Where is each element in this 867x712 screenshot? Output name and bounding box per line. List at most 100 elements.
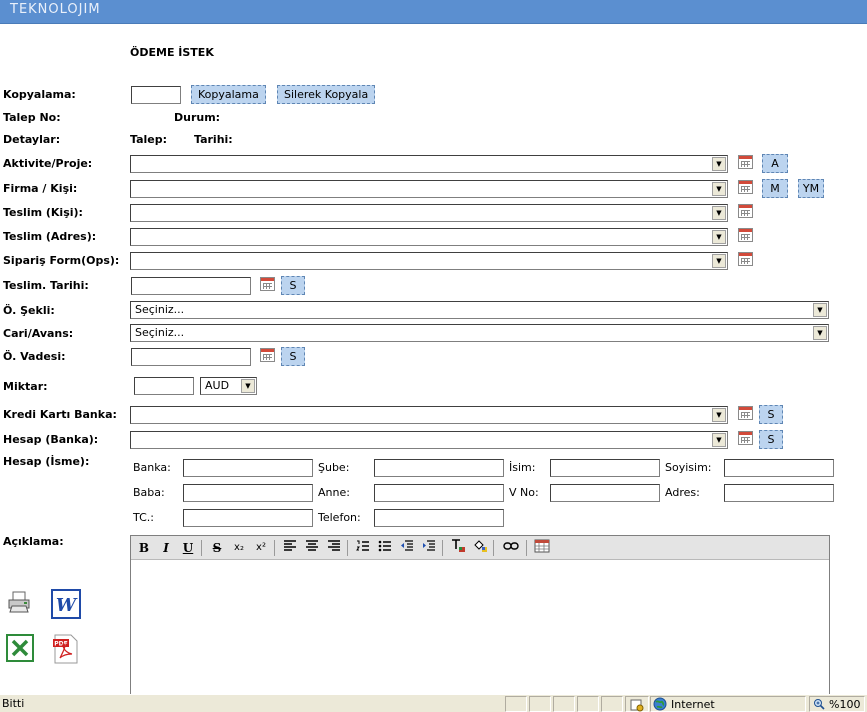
baba-input[interactable] (183, 484, 313, 502)
anne-input[interactable] (374, 484, 504, 502)
zoom-icon (814, 699, 825, 710)
aciklama-label: Açıklama: (3, 535, 64, 548)
cari-value: Seçiniz... (135, 326, 185, 339)
dropdown-arrow-icon: ▼ (712, 157, 726, 171)
ordered-list-icon[interactable] (354, 539, 372, 557)
hesap-banka-select[interactable]: ▼ (130, 431, 728, 449)
silerek-kopyala-button[interactable]: Silerek Kopyala (277, 85, 376, 104)
teslim-kisi-select[interactable]: ▼ (130, 204, 728, 222)
calendar-icon[interactable] (738, 431, 753, 445)
o-vadesi-input[interactable] (131, 348, 251, 366)
calendar-icon[interactable] (260, 348, 275, 362)
isim-input[interactable] (550, 459, 660, 477)
calendar-icon[interactable] (738, 180, 753, 194)
aktivite-label: Aktivite/Proje: (3, 157, 93, 170)
status-panel (601, 696, 623, 712)
text-color-icon[interactable] (449, 539, 467, 557)
telefon-label: Telefon: (318, 511, 361, 524)
editor-toolbar: B I U S x₂ x² (131, 536, 829, 560)
outdent-icon[interactable] (398, 539, 416, 557)
underline-button[interactable]: U (179, 539, 197, 557)
calendar-icon[interactable] (738, 155, 753, 169)
align-left-icon[interactable] (281, 539, 299, 557)
editor-content-area[interactable] (131, 561, 829, 694)
telefon-input[interactable] (374, 509, 504, 527)
o-sekli-select[interactable]: Seçiniz... ▼ (130, 301, 829, 319)
firma-select[interactable]: ▼ (130, 180, 728, 198)
status-panel (625, 696, 649, 712)
teslim-adres-label: Teslim (Adres): (3, 230, 97, 243)
excel-export-icon[interactable] (6, 634, 34, 662)
status-panel (577, 696, 599, 712)
align-right-icon[interactable] (325, 539, 343, 557)
subscript-button[interactable]: x₂ (230, 539, 248, 557)
currency-select[interactable]: AUD ▼ (200, 377, 257, 395)
s-button[interactable]: S (281, 347, 305, 366)
word-export-icon[interactable]: W (51, 589, 81, 619)
toolbar-separator (442, 540, 443, 556)
svg-text:W: W (56, 595, 78, 616)
tc-input[interactable] (183, 509, 313, 527)
dropdown-arrow-icon: ▼ (712, 433, 726, 447)
firma-label: Firma / Kişi: (3, 182, 78, 195)
printer-icon[interactable] (6, 590, 32, 614)
calendar-icon[interactable] (738, 204, 753, 218)
banka-input[interactable] (183, 459, 313, 477)
cari-label: Cari/Avans: (3, 327, 74, 340)
calendar-icon[interactable] (738, 406, 753, 420)
s-button[interactable]: S (759, 430, 783, 449)
kredi-label: Kredi Kartı Banka: (3, 408, 117, 421)
status-panel (505, 696, 527, 712)
link-icon[interactable] (502, 539, 520, 557)
siparis-select[interactable]: ▼ (130, 252, 728, 270)
o-vadesi-label: Ö. Vadesi: (3, 350, 66, 363)
align-center-icon[interactable] (303, 539, 321, 557)
sube-input[interactable] (374, 459, 504, 477)
soyisim-input[interactable] (724, 459, 834, 477)
ym-button[interactable]: YM (798, 179, 824, 198)
soyisim-label: Soyisim: (665, 461, 712, 474)
dropdown-arrow-icon: ▼ (712, 230, 726, 244)
detaylar-label: Detaylar: (3, 133, 61, 146)
strikethrough-button[interactable]: S (208, 539, 226, 557)
adres-input[interactable] (724, 484, 834, 502)
kopyalama-label: Kopyalama: (3, 88, 76, 101)
sube-label: Şube: (318, 461, 350, 474)
calendar-icon[interactable] (738, 228, 753, 242)
s-button[interactable]: S (281, 276, 305, 295)
kredi-select[interactable]: ▼ (130, 406, 728, 424)
calendar-icon[interactable] (260, 277, 275, 291)
dropdown-arrow-icon: ▼ (712, 206, 726, 220)
table-icon[interactable] (533, 539, 551, 557)
security-lock-icon (630, 699, 644, 712)
kopyalama-input[interactable] (131, 86, 181, 104)
teslim-tarihi-input[interactable] (131, 277, 251, 295)
a-button[interactable]: A (762, 154, 788, 173)
tarihi-label: Tarihi: (194, 133, 233, 146)
cari-select[interactable]: Seçiniz... ▼ (130, 324, 829, 342)
italic-button[interactable]: I (157, 539, 175, 557)
unordered-list-icon[interactable] (376, 539, 394, 557)
indent-icon[interactable] (420, 539, 438, 557)
aktivite-select[interactable]: ▼ (130, 155, 728, 173)
anne-label: Anne: (318, 486, 350, 499)
dropdown-arrow-icon: ▼ (712, 254, 726, 268)
v-no-label: V No: (509, 486, 539, 499)
dropdown-arrow-icon: ▼ (241, 379, 255, 393)
m-button[interactable]: M (762, 179, 788, 198)
v-no-input[interactable] (550, 484, 660, 502)
s-button[interactable]: S (759, 405, 783, 424)
superscript-button[interactable]: x² (252, 539, 270, 557)
teslim-adres-select[interactable]: ▼ (130, 228, 728, 246)
bold-button[interactable]: B (135, 539, 153, 557)
banka-label: Banka: (133, 461, 171, 474)
zoom-panel[interactable]: %100 (809, 696, 865, 712)
status-panel (529, 696, 551, 712)
durum-label: Durum: (174, 111, 221, 124)
pdf-export-icon[interactable]: PDF (52, 634, 80, 664)
calendar-icon[interactable] (738, 252, 753, 266)
teslim-kisi-label: Teslim (Kişi): (3, 206, 83, 219)
kopyalama-button[interactable]: Kopyalama (191, 85, 266, 104)
background-color-icon[interactable] (471, 539, 489, 557)
miktar-input[interactable] (134, 377, 194, 395)
